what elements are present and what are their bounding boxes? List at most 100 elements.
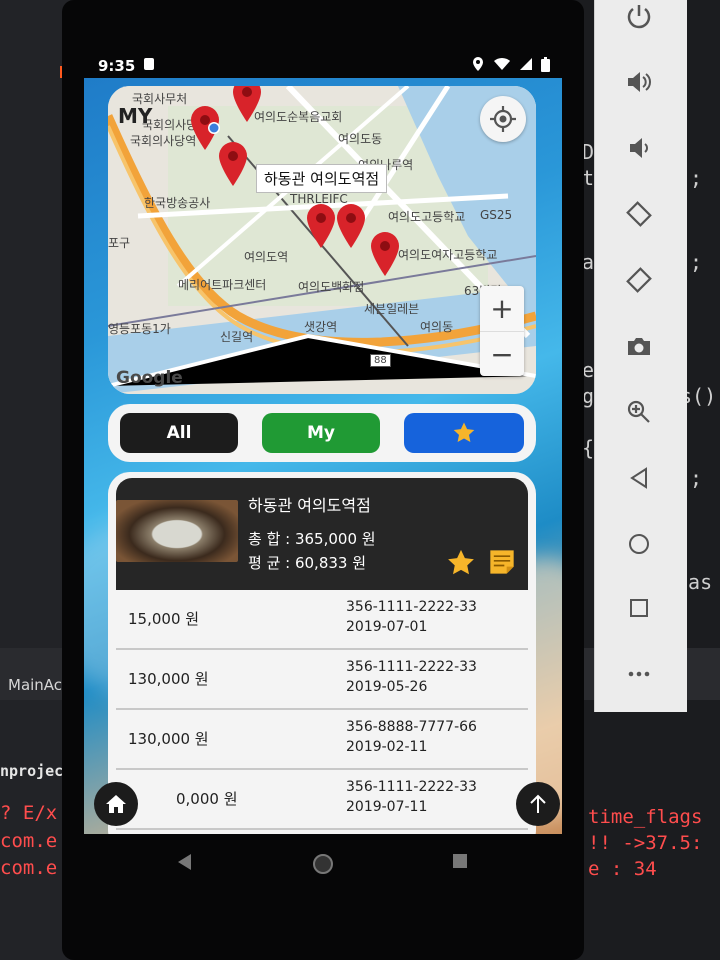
route-shield: 88 xyxy=(370,354,391,367)
battery-icon xyxy=(541,56,550,72)
map-label: 여의도백화점 xyxy=(298,280,365,294)
status-time: 9:35 xyxy=(98,57,136,75)
home-icon xyxy=(106,795,126,813)
home-button[interactable] xyxy=(94,782,138,826)
store-thumbnail xyxy=(116,500,238,562)
map-label: 여의도여자고등학교 xyxy=(398,248,498,262)
ide-error-line: com.e xyxy=(0,830,58,852)
sd-card-icon xyxy=(144,58,154,70)
transaction-account: 356-1111-2222-33 xyxy=(346,659,477,675)
transaction-amount: 0,000 원 xyxy=(176,790,238,808)
map-marker-icon[interactable] xyxy=(370,232,400,276)
ide-main-tab[interactable]: MainAc xyxy=(8,676,62,694)
transaction-list: 15,000 원 356-1111-2222-33 2019-07-01 130… xyxy=(116,590,528,830)
power-icon[interactable] xyxy=(613,0,665,38)
map-label: 여의도동 xyxy=(338,132,383,146)
crosshair-icon xyxy=(490,106,516,132)
store-name: 하동관 여의도역점 xyxy=(248,496,371,515)
my-location-button[interactable] xyxy=(480,96,526,142)
ide-error-line: e : 34 xyxy=(588,858,657,880)
transaction-amount: 15,000 원 xyxy=(128,610,200,628)
zoom-icon[interactable] xyxy=(613,390,665,434)
android-navigation-bar xyxy=(84,838,562,888)
transaction-account: 356-1111-2222-33 xyxy=(346,599,477,615)
filter-all-button[interactable]: All xyxy=(120,413,238,453)
map-marker-icon[interactable] xyxy=(232,86,262,122)
map-label: 메리어트파크센터 xyxy=(178,278,267,292)
map-label: 한국방송공사 xyxy=(144,196,211,210)
filter-bar: All My xyxy=(108,404,536,462)
transaction-date: 2019-07-01 xyxy=(346,619,428,635)
store-detail-card: 하동관 여의도역점 총 합 : 365,000 원 평 균 : 60,833 원… xyxy=(108,472,536,834)
map-label: 여의동 xyxy=(420,320,454,334)
map-marker-icon[interactable] xyxy=(336,204,366,248)
nav-home-icon[interactable] xyxy=(312,853,334,875)
transaction-row[interactable]: 0,000 원 356-1111-2222-33 2019-07-11 xyxy=(116,770,528,830)
map-label: 포구 xyxy=(108,236,131,250)
ide-error-line: ? E/x xyxy=(0,802,58,824)
store-average: 평 균 : 60,833 원 xyxy=(248,554,367,572)
location-icon xyxy=(473,57,483,71)
signal-icon xyxy=(520,58,532,70)
ide-code-fragment: ; xyxy=(690,250,703,274)
zoom-out-button[interactable]: − xyxy=(480,332,524,377)
store-total: 총 합 : 365,000 원 xyxy=(248,530,376,548)
nav-back-icon[interactable] xyxy=(176,853,192,871)
volume-up-icon[interactable] xyxy=(613,60,665,104)
wifi-icon xyxy=(494,57,510,70)
ide-code-fragment: ; xyxy=(690,166,703,190)
status-bar: 9:35 xyxy=(84,50,562,80)
ide-error-line: com.e xyxy=(0,857,58,879)
map-label: 여의도역 xyxy=(244,250,289,264)
filter-my-button[interactable]: My xyxy=(262,413,380,453)
transaction-date: 2019-05-26 xyxy=(346,679,428,695)
transaction-amount: 130,000 원 xyxy=(128,670,209,688)
map-label: GS25 xyxy=(480,208,513,222)
back-icon[interactable] xyxy=(613,456,665,500)
rotate-right-icon[interactable] xyxy=(613,258,665,302)
rotate-left-icon[interactable] xyxy=(613,192,665,236)
transaction-date: 2019-07-11 xyxy=(346,799,428,815)
transaction-row[interactable]: 15,000 원 356-1111-2222-33 2019-07-01 xyxy=(116,590,528,650)
ide-error-line: !! ->37.5: xyxy=(588,832,703,854)
google-logo: Google xyxy=(116,368,183,388)
camera-icon[interactable] xyxy=(613,324,665,368)
current-location-dot-icon xyxy=(208,122,220,134)
map-info-window[interactable]: 하동관 여의도역점 xyxy=(256,164,388,193)
arrow-up-icon xyxy=(530,794,546,813)
zoom-controls: + − xyxy=(480,286,524,376)
map-label: 여의도순복음교회 xyxy=(254,110,343,124)
map-label: 여의도고등학교 xyxy=(388,210,466,224)
transaction-amount: 130,000 원 xyxy=(128,730,209,748)
store-header[interactable]: 하동관 여의도역점 총 합 : 365,000 원 평 균 : 60,833 원 xyxy=(116,478,528,590)
favorite-star-icon[interactable] xyxy=(446,548,476,578)
map-marker-icon[interactable] xyxy=(218,142,248,186)
transaction-account: 356-8888-7777-66 xyxy=(346,719,477,735)
my-location-label: MY xyxy=(118,104,153,128)
map-label: 신길역 xyxy=(220,330,254,344)
home-circle-icon[interactable] xyxy=(613,522,665,566)
overview-icon[interactable] xyxy=(613,586,665,630)
transaction-date: 2019-02-11 xyxy=(346,739,428,755)
filter-favorites-button[interactable] xyxy=(404,413,524,453)
more-icon[interactable] xyxy=(613,652,665,696)
transaction-account: 356-1111-2222-33 xyxy=(346,779,477,795)
map-label: 샛강역 xyxy=(304,320,338,334)
map-marker-icon[interactable] xyxy=(306,204,336,248)
volume-down-icon[interactable] xyxy=(613,126,665,170)
app-screen: 국회사무처 국회의사당역 국회의사당 여의도순복음교회 여의도동 여의나루역 한… xyxy=(84,78,562,834)
ide-code-fragment: ; xyxy=(690,466,703,490)
transaction-row[interactable]: 130,000 원 356-1111-2222-33 2019-05-26 xyxy=(116,650,528,710)
map-label: 세븐일레븐 xyxy=(364,302,420,316)
scroll-to-top-button[interactable] xyxy=(516,782,560,826)
map-label: 국회의사당역 xyxy=(130,134,197,148)
nav-recents-icon[interactable] xyxy=(452,853,468,869)
memo-icon[interactable] xyxy=(488,548,516,576)
ide-project-label: nprojec xyxy=(0,762,64,780)
star-icon xyxy=(453,422,475,442)
transaction-row[interactable]: 130,000 원 356-8888-7777-66 2019-02-11 xyxy=(116,710,528,770)
map-label: 영등포동1가 xyxy=(108,322,171,336)
map-view[interactable]: 국회사무처 국회의사당역 국회의사당 여의도순복음교회 여의도동 여의나루역 한… xyxy=(108,86,536,394)
ide-error-line: time_flags xyxy=(588,806,703,828)
zoom-in-button[interactable]: + xyxy=(480,286,524,331)
